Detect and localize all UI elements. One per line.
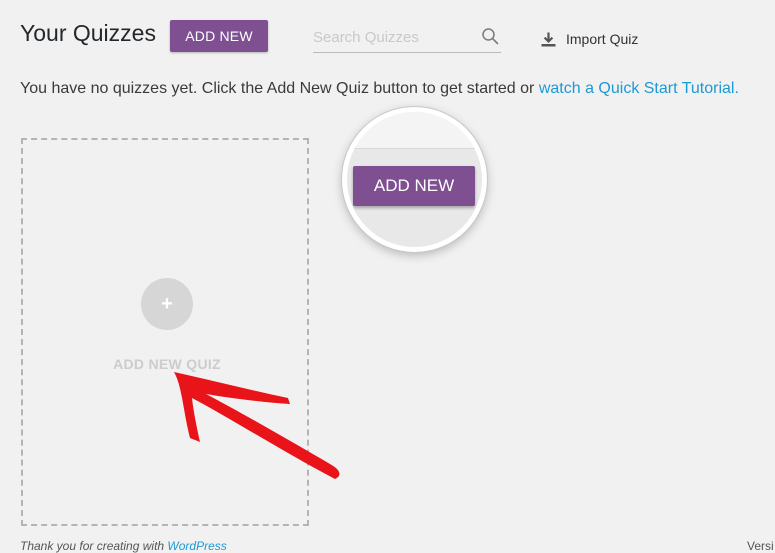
red-arrow-icon <box>174 372 340 479</box>
page-title: Your Quizzes <box>20 20 156 46</box>
footer-version: Versi <box>747 539 774 553</box>
quick-start-tutorial-link[interactable]: watch a Quick Start Tutorial. <box>539 80 739 97</box>
wordpress-link[interactable]: WordPress <box>167 539 226 553</box>
callout-add-new-button: ADD NEW <box>353 166 475 206</box>
footer-credit-text: Thank you for creating with <box>20 539 168 553</box>
add-new-button[interactable]: ADD NEW <box>170 20 268 52</box>
download-icon <box>541 32 556 46</box>
import-quiz-button[interactable]: Import Quiz <box>540 28 638 50</box>
footer-credit: Thank you for creating with WordPress <box>20 539 227 553</box>
callout-toolbar-strip <box>347 112 482 149</box>
empty-state-text: You have no quizzes yet. Click the Add N… <box>20 80 539 97</box>
magnified-callout: ADD NEW <box>342 107 487 252</box>
empty-state-message: You have no quizzes yet. Click the Add N… <box>20 80 772 98</box>
import-quiz-label: Import Quiz <box>566 31 639 47</box>
search-box <box>313 24 501 53</box>
plus-icon[interactable]: + <box>141 278 193 330</box>
search-input[interactable] <box>313 26 473 48</box>
search-icon[interactable] <box>481 27 499 45</box>
